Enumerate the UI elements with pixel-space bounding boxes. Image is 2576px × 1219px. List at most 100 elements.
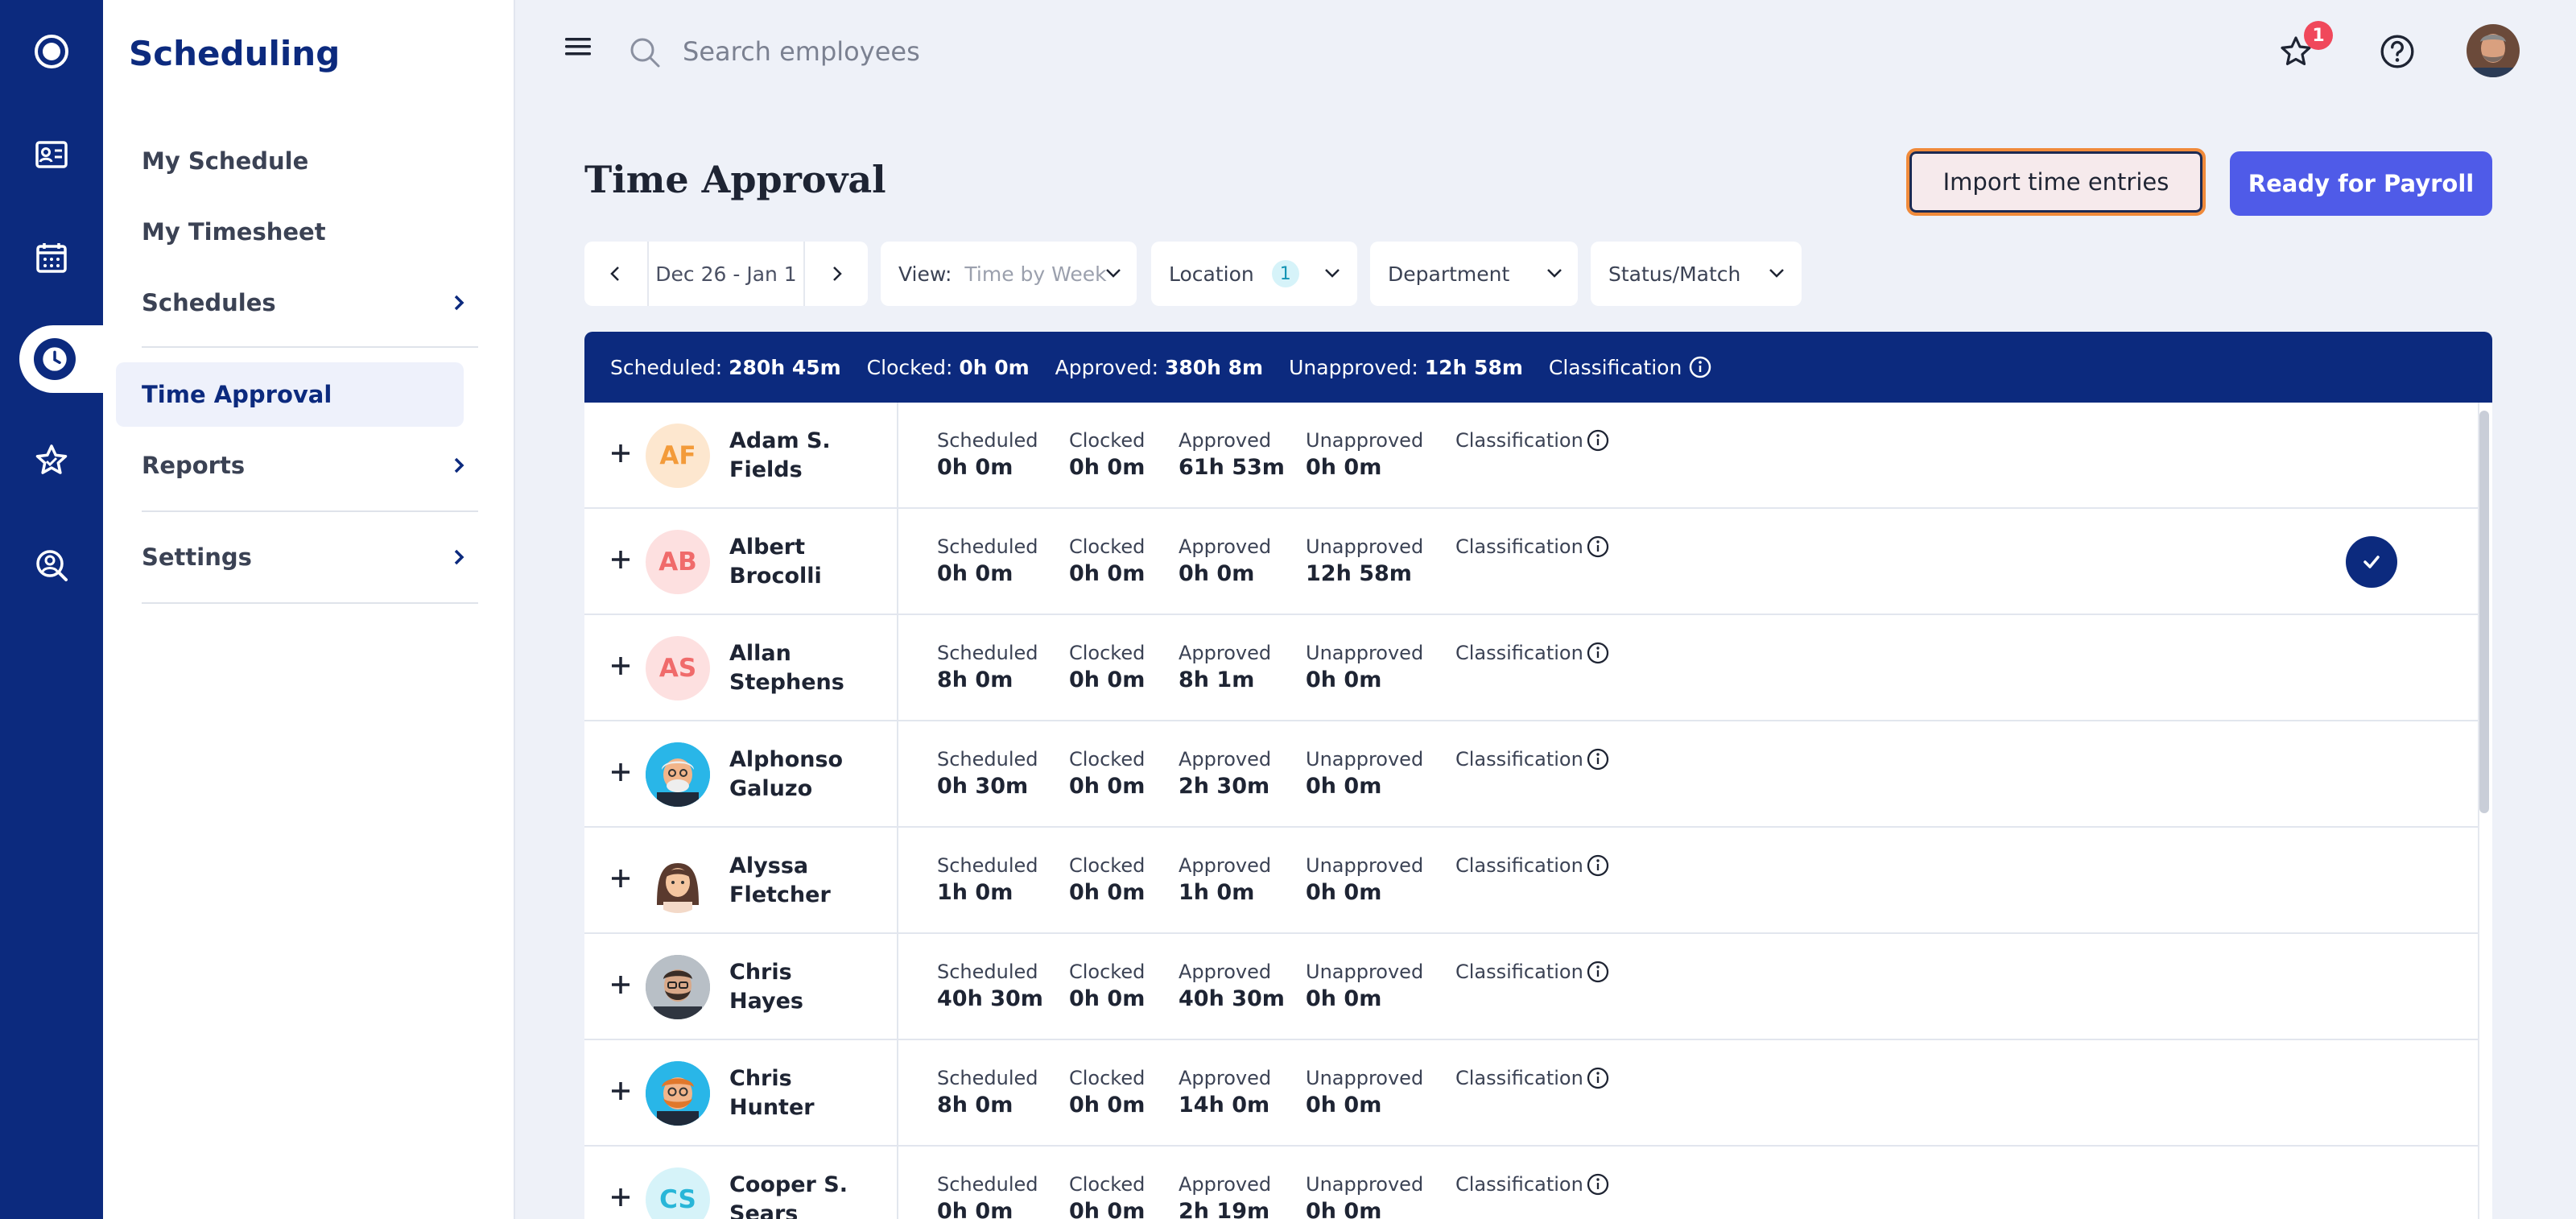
employee-name[interactable]: Adam S. Fields <box>729 427 890 485</box>
import-time-entries-button[interactable]: Import time entries <box>1906 148 2206 216</box>
employee-name[interactable]: Albert Brocolli <box>729 533 890 591</box>
expand-plus-icon[interactable] <box>609 760 633 784</box>
approved-stat: Approved 61h 53m <box>1179 429 1285 480</box>
search-input[interactable] <box>683 29 1246 74</box>
employee-name[interactable]: Alyssa Fletcher <box>729 852 890 910</box>
table-row[interactable]: AS Allan Stephens Scheduled 8h 0m Clocked 0… <box>584 615 2478 721</box>
app-logo-icon[interactable] <box>0 3 103 100</box>
help-icon[interactable] <box>2375 29 2420 74</box>
unapproved-stat: Unapproved 0h 0m <box>1306 1173 1424 1219</box>
calendar-icon[interactable] <box>0 209 103 306</box>
info-icon[interactable] <box>1586 747 1610 771</box>
sidebar-item-label: My Timesheet <box>142 218 326 246</box>
table-row[interactable]: AB Albert Brocolli Scheduled 0h 0m Clocked… <box>584 509 2478 615</box>
employee-name[interactable]: Allan Stephens <box>729 639 890 697</box>
row-divider <box>897 934 898 1040</box>
sidebar-item-label: Reports <box>142 452 246 479</box>
avatar: CS <box>646 1167 710 1219</box>
table-row[interactable]: AF Adam S. Fields Scheduled 0h 0m Clocked 0… <box>584 403 2478 509</box>
info-icon[interactable] <box>1586 535 1610 559</box>
expand-plus-icon[interactable] <box>609 866 633 890</box>
expand-plus-icon[interactable] <box>609 654 633 678</box>
info-icon[interactable] <box>1586 641 1610 665</box>
hamburger-menu-icon[interactable] <box>564 35 592 58</box>
checkmark-icon <box>2363 556 2380 568</box>
clock-nav-active[interactable] <box>19 325 103 393</box>
table-row[interactable]: Alyssa Fletcher Scheduled 1h 0m Clocked 0h … <box>584 828 2478 934</box>
ready-for-payroll-button[interactable]: Ready for Payroll <box>2230 151 2492 216</box>
chevron-right-icon <box>833 267 842 281</box>
clocked-stat: Clocked 0h 0m <box>1069 1067 1146 1118</box>
expand-plus-icon[interactable] <box>609 548 633 572</box>
row-divider <box>897 721 898 828</box>
sidebar-item-label: Schedules <box>142 289 276 316</box>
info-icon[interactable] <box>1586 1172 1610 1196</box>
classification-label: Classification <box>1455 1173 1583 1196</box>
employee-name[interactable]: Cooper S. Sears <box>729 1171 890 1219</box>
employee-name[interactable]: Chris Hunter <box>729 1064 890 1122</box>
classification-label: Classification <box>1455 1067 1583 1089</box>
info-icon[interactable] <box>1586 428 1610 452</box>
user-search-icon[interactable] <box>0 517 103 614</box>
avatar: AS <box>646 636 710 700</box>
table-row[interactable]: Chris Hunter Scheduled 8h 0m Clocked 0h 0m … <box>584 1040 2478 1147</box>
info-icon[interactable] <box>1586 1066 1610 1090</box>
contact-card-icon[interactable] <box>0 106 103 203</box>
approved-stat: Approved 0h 0m <box>1179 535 1272 586</box>
clocked-stat: Clocked 0h 0m <box>1069 642 1146 692</box>
chevron-right-icon <box>454 295 464 311</box>
info-icon[interactable] <box>1586 960 1610 984</box>
date-range-label[interactable]: Dec 26 - Jan 1 <box>647 242 805 306</box>
cartoon-avatar-icon <box>646 1061 710 1126</box>
table-scrollbar-thumb[interactable] <box>2479 411 2489 813</box>
view-label: View: <box>898 262 952 286</box>
unapproved-stat: Unapproved 0h 0m <box>1306 642 1424 692</box>
info-icon[interactable] <box>1586 853 1610 878</box>
user-avatar[interactable] <box>2467 24 2520 77</box>
table-row[interactable]: Alphonso Galuzo Scheduled 0h 30m Clocked 0h… <box>584 721 2478 828</box>
sidebar-item-time-approval[interactable]: Time Approval <box>116 362 464 427</box>
summary-classification: Classification <box>1548 355 1682 379</box>
summary-clocked: Clocked: 0h 0m <box>866 355 1030 379</box>
row-divider <box>897 1147 898 1219</box>
table-row[interactable]: CS Cooper S. Sears Scheduled 0h 0m Clocked… <box>584 1147 2478 1219</box>
next-week-button[interactable] <box>805 242 868 306</box>
star-badge-icon[interactable] <box>0 412 103 509</box>
sidebar-item-settings[interactable]: Settings <box>142 525 477 589</box>
expand-plus-icon[interactable] <box>609 973 633 997</box>
clocked-stat: Clocked 0h 0m <box>1069 535 1146 586</box>
sidebar-item-my-timesheet[interactable]: My Timesheet <box>142 200 477 264</box>
scheduled-stat: Scheduled 40h 30m <box>937 961 1043 1011</box>
location-select[interactable]: Location 1 <box>1151 242 1357 306</box>
view-select[interactable]: View: Time by Week <box>881 242 1137 306</box>
scheduled-stat: Scheduled 0h 0m <box>937 1173 1038 1219</box>
employee-name[interactable]: Alphonso Galuzo <box>729 746 890 804</box>
expand-plus-icon[interactable] <box>609 441 633 465</box>
department-label: Department <box>1388 262 1510 286</box>
previous-week-button[interactable] <box>584 242 647 306</box>
sidebar-item-my-schedule[interactable]: My Schedule <box>142 129 477 193</box>
approved-stat: Approved 2h 19m <box>1179 1173 1272 1219</box>
clocked-stat: Clocked 0h 0m <box>1069 429 1146 480</box>
department-select[interactable]: Department <box>1370 242 1578 306</box>
avatar <box>646 955 710 1019</box>
approve-check-button[interactable] <box>2346 536 2397 588</box>
employee-name[interactable]: Chris Hayes <box>729 958 890 1016</box>
sidebar-item-reports[interactable]: Reports <box>142 433 477 498</box>
sidebar-item-schedules[interactable]: Schedules <box>142 271 477 335</box>
avatar: AF <box>646 424 710 488</box>
expand-plus-icon[interactable] <box>609 1185 633 1209</box>
summary-unapproved: Unapproved: 12h 58m <box>1289 355 1523 379</box>
table-row[interactable]: Chris Hayes Scheduled 40h 30m Clocked 0h 0m… <box>584 934 2478 1040</box>
status-match-select[interactable]: Status/Match <box>1591 242 1802 306</box>
status-label: Status/Match <box>1608 262 1741 286</box>
unapproved-stat: Unapproved 0h 0m <box>1306 961 1424 1011</box>
clocked-stat: Clocked 0h 0m <box>1069 748 1146 799</box>
avatar: AB <box>646 530 710 594</box>
chevron-left-icon <box>610 267 619 281</box>
cartoon-avatar-icon <box>646 849 710 913</box>
info-icon[interactable] <box>1688 355 1712 379</box>
chevron-down-icon <box>1106 269 1121 278</box>
chevron-right-icon <box>454 457 464 473</box>
expand-plus-icon[interactable] <box>609 1079 633 1103</box>
